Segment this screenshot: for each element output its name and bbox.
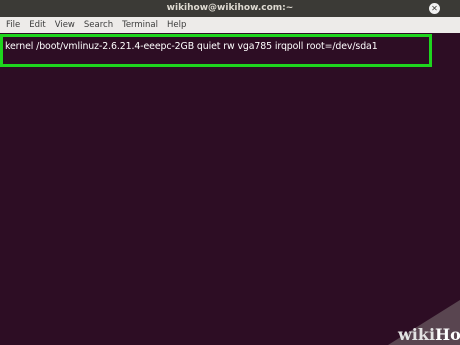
menu-search[interactable]: Search — [84, 17, 113, 33]
wikihow-watermark: wikiHow — [358, 292, 460, 345]
title-bar[interactable]: wikihow@wikihow.com:~ ✕ — [0, 0, 460, 17]
menu-terminal[interactable]: Terminal — [122, 17, 158, 33]
menu-view[interactable]: View — [55, 17, 75, 33]
close-icon: ✕ — [431, 4, 438, 13]
command-line: kernel /boot/vmlinuz-2.6.21.4-eeepc-2GB … — [5, 41, 378, 52]
window-title: wikihow@wikihow.com:~ — [166, 3, 294, 13]
watermark-how: How — [435, 325, 460, 344]
watermark-logo-text: wikiHow — [398, 325, 460, 344]
watermark-wiki: wiki — [398, 325, 436, 344]
terminal-window: wikihow@wikihow.com:~ ✕ File Edit View S… — [0, 0, 460, 345]
menu-edit[interactable]: Edit — [29, 17, 45, 33]
menu-bar: File Edit View Search Terminal Help — [0, 17, 460, 33]
menu-file[interactable]: File — [6, 17, 20, 33]
close-button[interactable]: ✕ — [429, 3, 440, 14]
menu-help[interactable]: Help — [167, 17, 186, 33]
